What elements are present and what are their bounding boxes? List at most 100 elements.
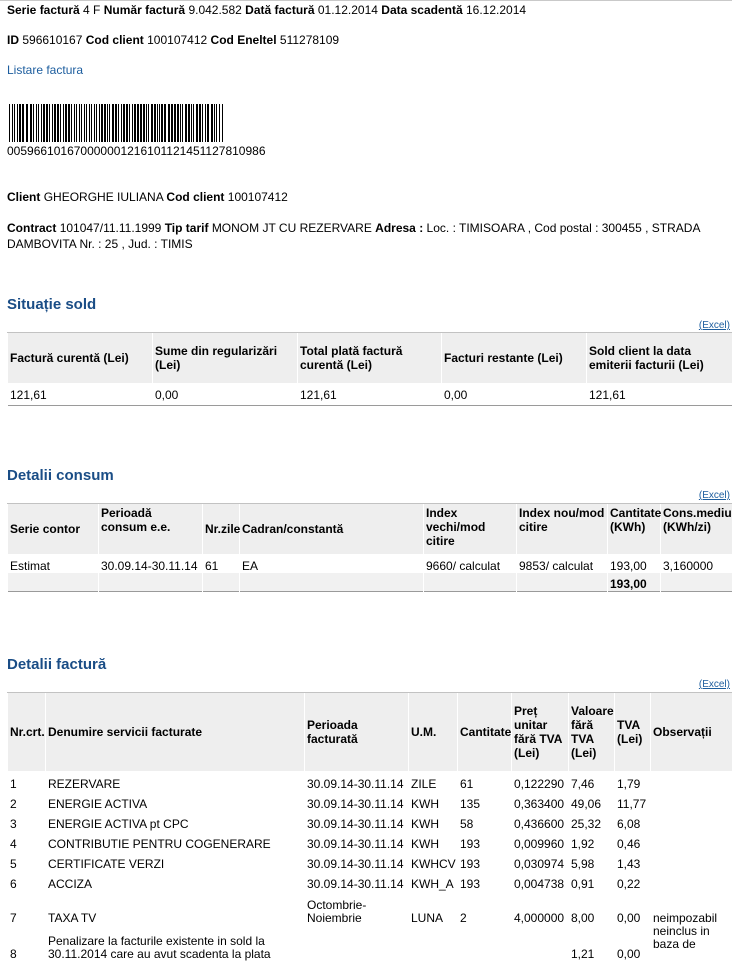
factura-cell: 61 <box>457 770 512 791</box>
barcode-bar <box>65 104 67 142</box>
barcode-bar <box>109 104 110 142</box>
barcode-bar <box>185 104 187 142</box>
barcode-bar <box>89 104 90 142</box>
sold-header-cell: Sold client la data emiterii facturii (L… <box>586 332 732 383</box>
factura-cell: 0,009960 <box>511 830 569 851</box>
factura-header-cell: Observații <box>650 692 732 771</box>
barcode-bar <box>71 104 72 142</box>
factura-row: 5 CERTIFICATE VERZI 30.09.14-30.11.14 KWHCV… <box>7 850 732 871</box>
barcode-bar <box>99 104 100 142</box>
listare-line: Listare factura <box>7 63 83 77</box>
consum-value-row: Estimat 30.09.14-30.11.14 61 EA 9660/ ca… <box>7 553 732 573</box>
barcode-bar <box>94 104 95 142</box>
barcode-bar <box>79 104 80 142</box>
barcode-bar <box>104 104 106 142</box>
barcode-bar <box>151 104 153 142</box>
barcode-bar <box>137 104 139 142</box>
factura-cell: 193 <box>457 830 512 851</box>
id-value: 596610167 <box>22 33 83 47</box>
sold-table: Factură curentă (Lei) Sume din regulariz… <box>7 332 732 406</box>
factura-header-cell: Nr.crt. <box>7 692 46 771</box>
factura-cell <box>457 924 512 961</box>
factura-cell: 4,000000 <box>511 890 569 925</box>
factura-cell: 193 <box>457 870 512 891</box>
factura-cell: 0,46 <box>614 830 651 851</box>
factura-cell: 8,00 <box>568 890 615 925</box>
factura-section-title: Detalii factură <box>7 656 107 673</box>
consum-cell: 61 <box>202 553 240 573</box>
factura-cell: ACCIZA <box>45 870 305 891</box>
factura-cell: TAXA TV <box>45 890 305 925</box>
factura-cell: 2 <box>7 790 46 811</box>
barcode-bar <box>211 104 213 142</box>
factura-cell: ENERGIE ACTIVA <box>45 790 305 811</box>
barcode-bar <box>84 104 85 142</box>
barcode-bar <box>46 104 48 142</box>
factura-cell: 1,92 <box>568 830 615 851</box>
factura-cell: 3 <box>7 810 46 831</box>
cod-client-label: Cod client <box>85 33 144 47</box>
data-factura-label: Dată factură <box>245 3 315 17</box>
cod-eneltel-label: Cod Eneltel <box>210 33 277 47</box>
data-scadenta-label: Data scadentă <box>381 3 463 17</box>
factura-cell: 30.09.14-30.11.14 <box>304 850 409 871</box>
barcode-bar <box>157 104 158 142</box>
barcode-bar <box>134 104 136 142</box>
barcode-bar <box>148 104 149 142</box>
factura-table: Nr.crt. Denumire servicii facturate Peri… <box>7 692 732 961</box>
id-label: ID <box>7 33 19 47</box>
barcode-bar <box>171 104 173 142</box>
client-line: Client GHEORGHE IULIANA Cod client 10010… <box>7 190 288 204</box>
factura-cell: 0,122290 <box>511 770 569 791</box>
factura-cell: 49,06 <box>568 790 615 811</box>
factura-cell <box>650 770 732 791</box>
factura-header-row: Nr.crt. Denumire servicii facturate Peri… <box>7 692 732 771</box>
barcode-bar <box>43 104 45 142</box>
barcode-bar <box>96 104 97 142</box>
sold-header-cell: Sume din regularizări (Lei) <box>152 332 298 383</box>
barcode-bar <box>188 104 190 142</box>
barcode-bar <box>214 104 215 142</box>
consum-total-cell: 193,00 <box>607 572 661 592</box>
barcode-bar <box>91 104 92 142</box>
listare-factura-link[interactable]: Listare factura <box>7 63 83 77</box>
consum-excel-link[interactable]: (Excel) <box>699 490 730 501</box>
factura-excel-link[interactable]: (Excel) <box>699 679 730 690</box>
barcode-bar <box>112 104 114 142</box>
client-cod-value: 100107412 <box>227 190 288 204</box>
factura-cell: LUNA <box>408 890 458 925</box>
factura-cell: 0,91 <box>568 870 615 891</box>
factura-row: 8 Penalizare la facturile existente in so… <box>7 924 732 961</box>
factura-cell: 193 <box>457 850 512 871</box>
consum-total-row: 193,00 <box>7 572 732 592</box>
numar-value: 9.042.582 <box>188 3 242 17</box>
barcode-bar <box>115 104 117 142</box>
consum-cell: 193,00 <box>607 553 661 573</box>
tip-tarif-label: Tip tarif <box>164 221 209 235</box>
barcode-bar <box>12 104 13 142</box>
factura-cell <box>650 810 732 831</box>
barcode-bar <box>63 104 64 142</box>
barcode-bar <box>174 104 176 142</box>
data-scadenta-value: 16.12.2014 <box>466 3 527 17</box>
factura-cell: 30.09.14-30.11.14 <box>304 790 409 811</box>
sold-excel-link[interactable]: (Excel) <box>699 320 730 331</box>
barcode-bar <box>49 104 50 142</box>
factura-cell <box>408 924 458 961</box>
factura-row: 3 ENERGIE ACTIVA pt CPC 30.09.14-30.11.14 K… <box>7 810 732 831</box>
factura-cell <box>650 870 732 891</box>
consum-header-cell: Cons.mediu (KWh/zi) <box>660 503 732 554</box>
adresa-label: Adresa : <box>375 221 424 235</box>
factura-cell: Penalizare la facturile existente in sol… <box>45 924 305 961</box>
factura-header-cell: TVA (Lei) <box>614 692 651 771</box>
barcode-digits: 005966101670000001216101121451127810986 <box>7 144 266 158</box>
cod-client-value: 100107412 <box>147 33 208 47</box>
barcode-bar <box>9 104 10 142</box>
barcode-bar <box>22 104 24 142</box>
consum-cell: 3,160000 <box>660 553 732 573</box>
factura-cell: 6 <box>7 870 46 891</box>
cod-eneltel-value: 511278109 <box>279 33 340 47</box>
factura-cell: 0,00 <box>614 924 651 961</box>
factura-cell: 30.09.14-30.11.14 <box>304 810 409 831</box>
barcode-bar <box>26 104 28 142</box>
